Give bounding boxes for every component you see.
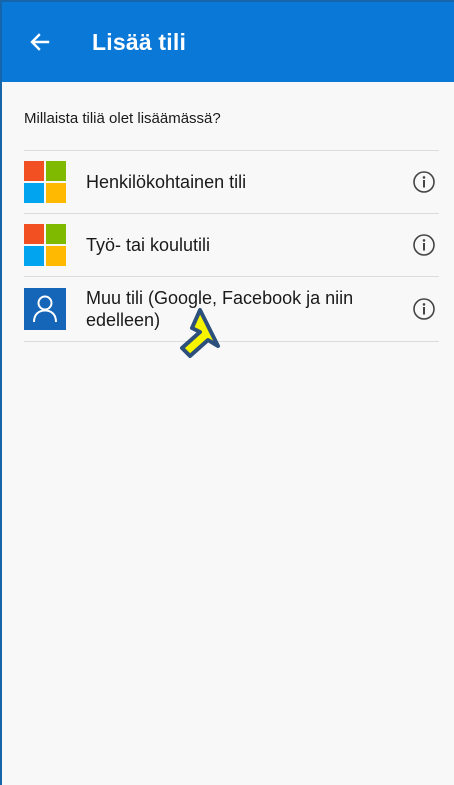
account-option-personal[interactable]: Henkilökohtainen tili <box>24 151 439 214</box>
user-icon <box>24 288 66 330</box>
back-button[interactable] <box>14 16 66 68</box>
pointer-arrow-icon <box>180 308 220 358</box>
account-type-list: Henkilökohtainen tili Työ- tai koulutili… <box>24 150 439 342</box>
content-area: Millaista tiliä olet lisäämässä? Henkilö… <box>2 82 454 785</box>
account-option-work-school[interactable]: Työ- tai koulutili <box>24 214 439 277</box>
account-type-prompt: Millaista tiliä olet lisäämässä? <box>24 110 221 127</box>
account-option-label: Muu tili (Google, Facebook ja niin edell… <box>86 288 354 330</box>
arrow-left-icon <box>30 33 50 51</box>
info-button-work-school[interactable] <box>411 232 437 258</box>
app-bar: Lisää tili <box>2 2 454 82</box>
app-window: Lisää tili Millaista tiliä olet lisäämäs… <box>0 0 454 785</box>
info-icon <box>413 298 435 320</box>
microsoft-logo-icon <box>24 224 66 266</box>
microsoft-logo-icon <box>24 161 66 203</box>
page-title: Lisää tili <box>92 28 187 55</box>
info-icon <box>413 171 435 193</box>
account-option-label: Työ- tai koulutili <box>86 235 211 255</box>
info-icon <box>413 234 435 256</box>
account-option-label: Henkilökohtainen tili <box>86 172 247 192</box>
info-button-other[interactable] <box>411 296 437 322</box>
account-option-other[interactable]: Muu tili (Google, Facebook ja niin edell… <box>24 277 439 342</box>
info-button-personal[interactable] <box>411 169 437 195</box>
